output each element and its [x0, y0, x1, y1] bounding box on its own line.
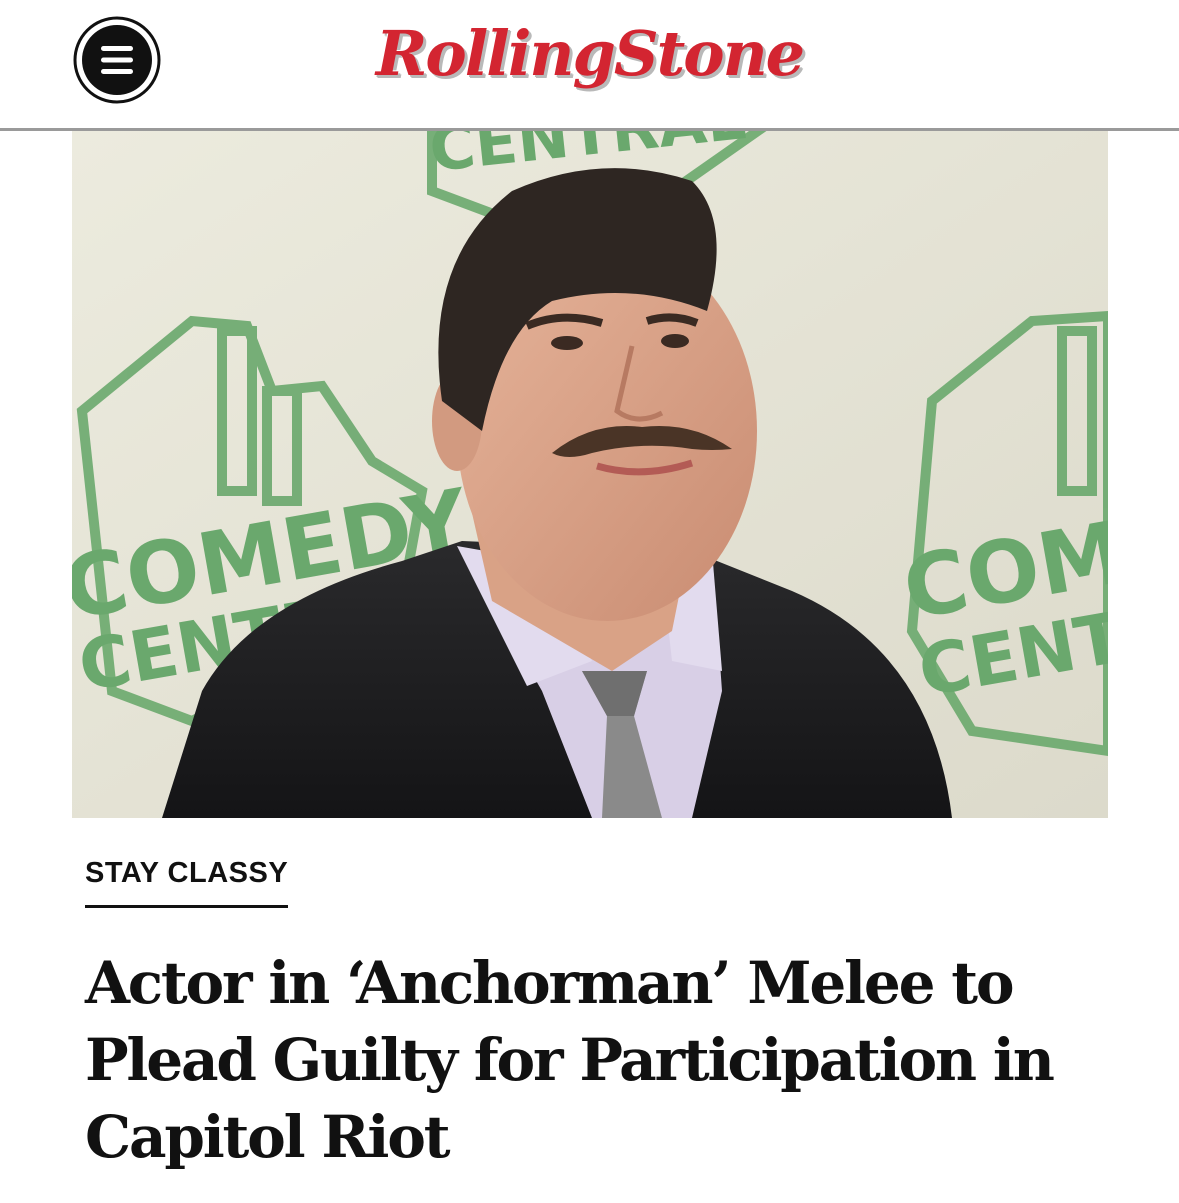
hero-image: COMEDY CENTRAL COMEDY CENTRAL CENTRAL: [72, 131, 1108, 818]
article-headline: Actor in ‘Anchorman’ Melee to Plead Guil…: [85, 949, 1055, 1171]
article-kicker[interactable]: STAY CLASSY: [85, 855, 289, 908]
rolling-stone-logo[interactable]: RollingStone: [0, 14, 1179, 94]
site-header: RollingStone: [0, 0, 1179, 131]
